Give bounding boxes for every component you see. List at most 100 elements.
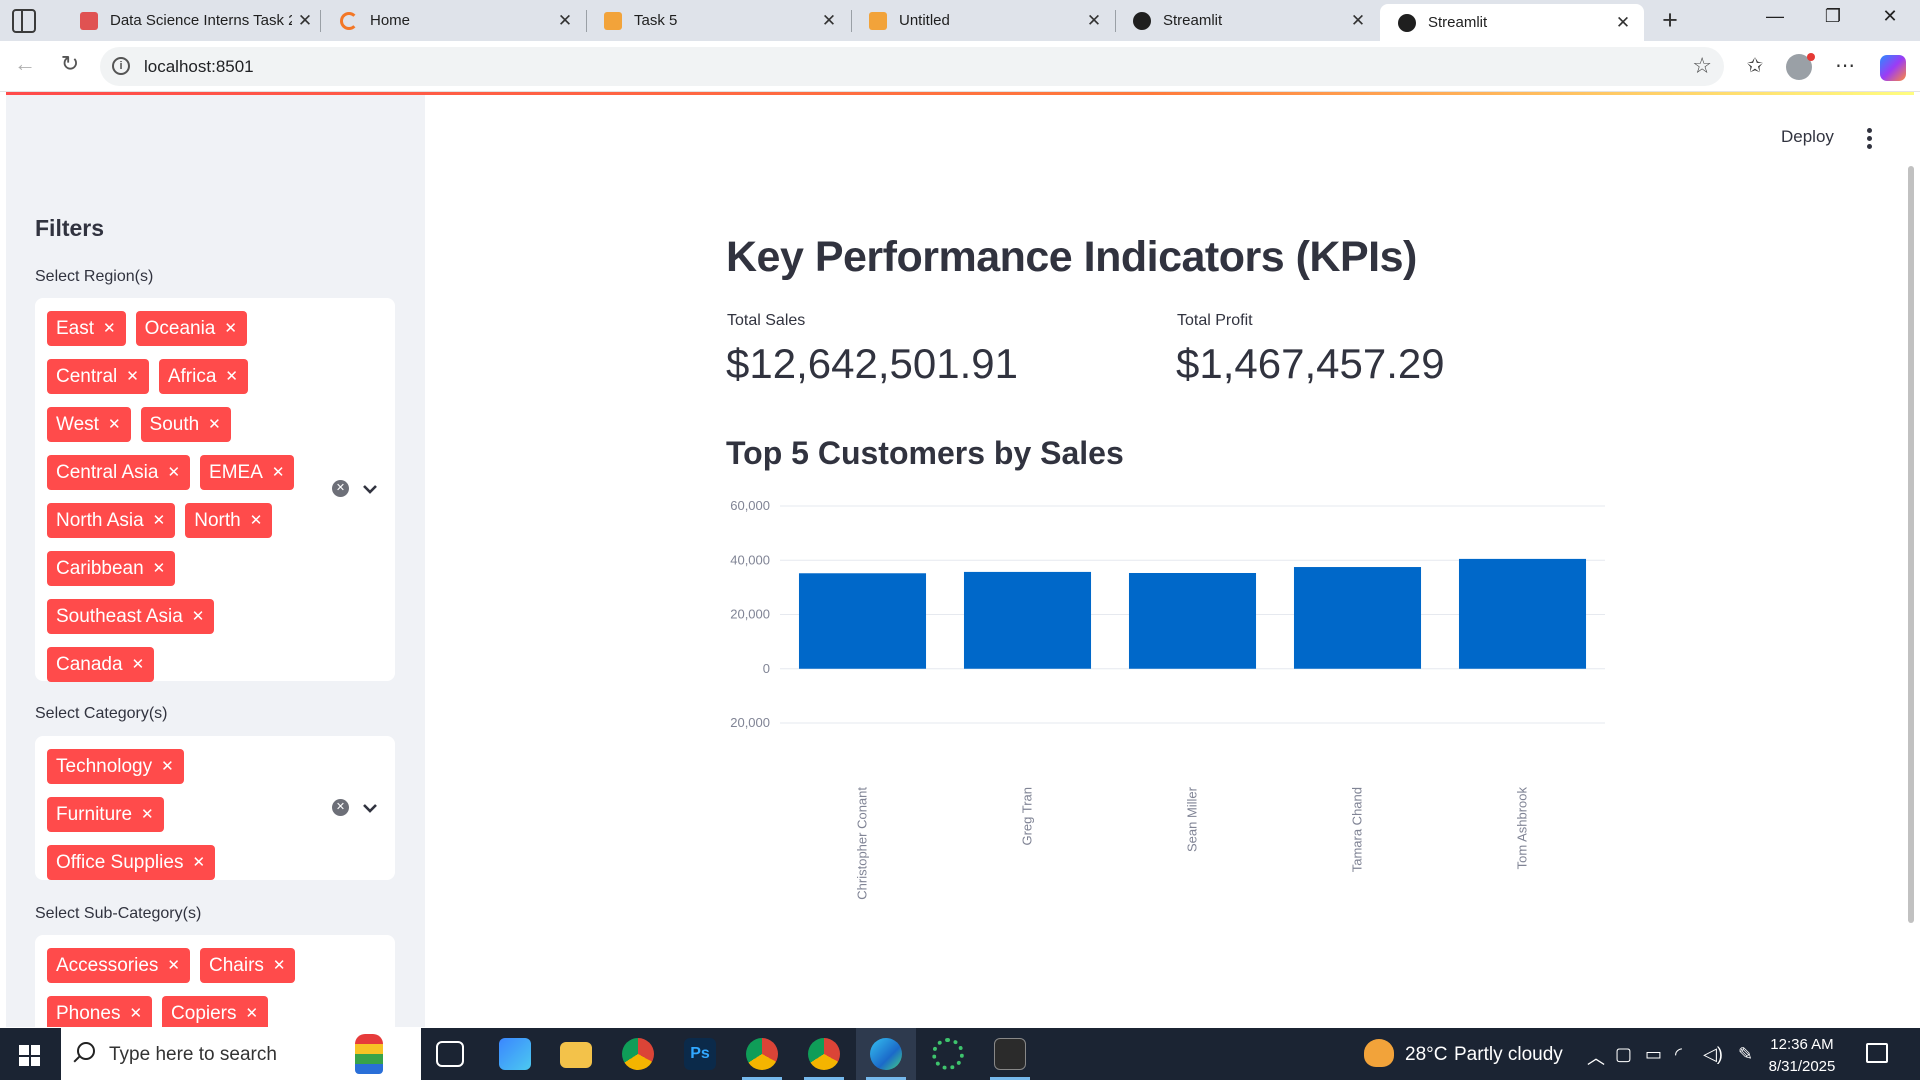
close-icon[interactable]: ✕ xyxy=(1345,11,1371,31)
tab-pdf[interactable]: Data Science Interns Task 2.pdf ✕ xyxy=(62,0,326,41)
tab-home[interactable]: Home ✕ xyxy=(322,0,586,41)
site-info-icon[interactable]: i xyxy=(112,57,130,75)
sidebar: Filters Select Region(s) East ✕ Oceania ✕ Ce… xyxy=(6,95,425,1027)
remove-tag-icon[interactable]: ✕ xyxy=(132,647,145,682)
region-tag[interactable]: Southeast Asia ✕ xyxy=(47,598,215,634)
clear-icon[interactable]: ✕ xyxy=(332,480,349,497)
tab-actions-icon[interactable] xyxy=(12,9,36,33)
remove-tag-icon[interactable]: ✕ xyxy=(167,455,180,490)
clear-icon[interactable]: ✕ xyxy=(332,799,349,816)
remove-tag-icon[interactable]: ✕ xyxy=(103,311,116,346)
region-tag[interactable]: North Asia ✕ xyxy=(47,502,176,538)
region-tag[interactable]: Oceania ✕ xyxy=(135,310,247,346)
tab-task5[interactable]: Task 5 ✕ xyxy=(586,0,850,41)
windows-start-icon[interactable] xyxy=(19,1045,40,1066)
taskbar-search[interactable]: Type here to search xyxy=(61,1028,421,1080)
taskbar-clock[interactable]: 12:36 AM 8/31/2025 xyxy=(1752,1034,1852,1078)
more-menu-icon[interactable]: ⋯ xyxy=(1830,53,1860,78)
chevron-down-icon[interactable] xyxy=(360,798,380,818)
device-icon[interactable]: ▢ xyxy=(1615,1044,1632,1065)
task-view-icon[interactable] xyxy=(436,1041,464,1067)
close-icon[interactable]: ✕ xyxy=(816,11,842,31)
region-tag[interactable]: Canada ✕ xyxy=(47,646,155,682)
scrollbar[interactable] xyxy=(1908,166,1914,923)
remove-tag-icon[interactable]: ✕ xyxy=(141,797,154,832)
region-tag[interactable]: Central Asia ✕ xyxy=(47,454,191,490)
weather-temp[interactable]: 28°C xyxy=(1405,1044,1447,1066)
remove-tag-icon[interactable]: ✕ xyxy=(273,948,286,983)
region-tag[interactable]: West ✕ xyxy=(47,406,131,442)
region-tag[interactable]: Caribbean ✕ xyxy=(47,550,176,586)
favorite-star-icon[interactable]: ☆ xyxy=(1692,53,1712,79)
file-explorer-icon[interactable] xyxy=(560,1042,592,1068)
wifi-icon[interactable]: ◜ xyxy=(1675,1044,1682,1065)
tab-streamlit-1[interactable]: Streamlit ✕ xyxy=(1115,0,1379,41)
chevron-down-icon[interactable] xyxy=(360,479,380,499)
photoshop-icon[interactable]: Ps xyxy=(684,1038,716,1070)
category-multiselect[interactable]: Technology ✕ Furniture ✕ Office Supplies ✕ ✕ xyxy=(35,736,395,880)
close-icon[interactable]: ✕ xyxy=(1610,13,1636,33)
remove-tag-icon[interactable]: ✕ xyxy=(153,503,166,538)
loading-app-icon[interactable] xyxy=(932,1038,964,1070)
remove-tag-icon[interactable]: ✕ xyxy=(126,359,139,394)
region-tag[interactable]: Africa ✕ xyxy=(158,358,248,394)
remove-tag-icon[interactable]: ✕ xyxy=(129,996,142,1028)
url-field[interactable]: i localhost:8501 ☆ xyxy=(100,47,1724,86)
region-tag[interactable]: North ✕ xyxy=(185,502,273,538)
main-menu-icon[interactable] xyxy=(1859,126,1879,150)
notification-center-icon[interactable] xyxy=(1866,1043,1888,1063)
window-close-icon[interactable]: ✕ xyxy=(1870,6,1910,27)
new-tab-button[interactable]: + xyxy=(1654,5,1686,36)
remove-tag-icon[interactable]: ✕ xyxy=(272,455,285,490)
subcategory-tag[interactable]: Phones ✕ xyxy=(47,995,153,1028)
region-tag[interactable]: Central ✕ xyxy=(47,358,149,394)
chevron-up-icon[interactable]: ︿ xyxy=(1587,1044,1605,1070)
remove-tag-icon[interactable]: ✕ xyxy=(192,599,205,634)
close-icon[interactable]: ✕ xyxy=(552,11,578,31)
region-tag[interactable]: East ✕ xyxy=(47,310,126,346)
subcategory-multiselect[interactable]: Accessories ✕ Chairs ✕ Phones ✕ Copiers ✕ xyxy=(35,935,395,1027)
volume-icon[interactable]: ◁) xyxy=(1703,1044,1723,1065)
category-tag[interactable]: Office Supplies ✕ xyxy=(47,844,216,880)
subcategory-tag[interactable]: Chairs ✕ xyxy=(200,947,296,983)
restore-icon[interactable]: ❐ xyxy=(1813,6,1853,27)
remove-tag-icon[interactable]: ✕ xyxy=(153,551,166,586)
battery-icon[interactable]: ▭ xyxy=(1645,1044,1662,1065)
store-icon[interactable] xyxy=(499,1038,531,1070)
remove-tag-icon[interactable]: ✕ xyxy=(208,407,221,442)
remove-tag-icon[interactable]: ✕ xyxy=(108,407,121,442)
remove-tag-icon[interactable]: ✕ xyxy=(167,948,180,983)
deploy-button[interactable]: Deploy xyxy=(1781,127,1834,147)
category-tag[interactable]: Technology ✕ xyxy=(47,748,184,784)
pen-icon[interactable]: ✎ xyxy=(1738,1044,1753,1065)
remove-tag-icon[interactable]: ✕ xyxy=(250,503,263,538)
category-tag[interactable]: Furniture ✕ xyxy=(47,796,164,832)
favorites-icon[interactable]: ✩ xyxy=(1740,53,1770,78)
minimize-icon[interactable]: — xyxy=(1755,6,1795,27)
back-icon[interactable]: ← xyxy=(10,51,40,77)
reload-icon[interactable]: ↻ xyxy=(55,51,85,77)
tab-streamlit-active[interactable]: Streamlit ✕ xyxy=(1380,4,1644,41)
region-tag[interactable]: EMEA ✕ xyxy=(200,454,295,490)
remove-tag-icon[interactable]: ✕ xyxy=(192,845,205,880)
copilot-icon[interactable] xyxy=(1880,55,1906,81)
weather-icon[interactable] xyxy=(1364,1039,1394,1067)
chrome-profile-icon[interactable] xyxy=(808,1038,840,1070)
subcategory-tag[interactable]: Copiers ✕ xyxy=(162,995,269,1028)
region-tag[interactable]: South ✕ xyxy=(140,406,231,442)
close-icon[interactable]: ✕ xyxy=(1081,11,1107,31)
remove-tag-icon[interactable]: ✕ xyxy=(246,996,259,1028)
tab-untitled[interactable]: Untitled ✕ xyxy=(851,0,1115,41)
weather-desc[interactable]: Partly cloudy xyxy=(1454,1044,1563,1066)
close-icon[interactable]: ✕ xyxy=(292,11,318,31)
terminal-icon[interactable] xyxy=(994,1038,1026,1070)
remove-tag-icon[interactable]: ✕ xyxy=(225,359,238,394)
edge-icon[interactable] xyxy=(870,1038,902,1070)
remove-tag-icon[interactable]: ✕ xyxy=(161,749,174,784)
url-text[interactable]: localhost:8501 xyxy=(144,57,254,77)
chrome-icon[interactable] xyxy=(622,1038,654,1070)
chrome-profile-icon[interactable] xyxy=(746,1038,778,1070)
remove-tag-icon[interactable]: ✕ xyxy=(224,311,237,346)
subcategory-tag[interactable]: Accessories ✕ xyxy=(47,947,190,983)
region-multiselect[interactable]: East ✕ Oceania ✕ Central ✕ Africa ✕ West ✕ South ✕ C… xyxy=(35,298,395,682)
